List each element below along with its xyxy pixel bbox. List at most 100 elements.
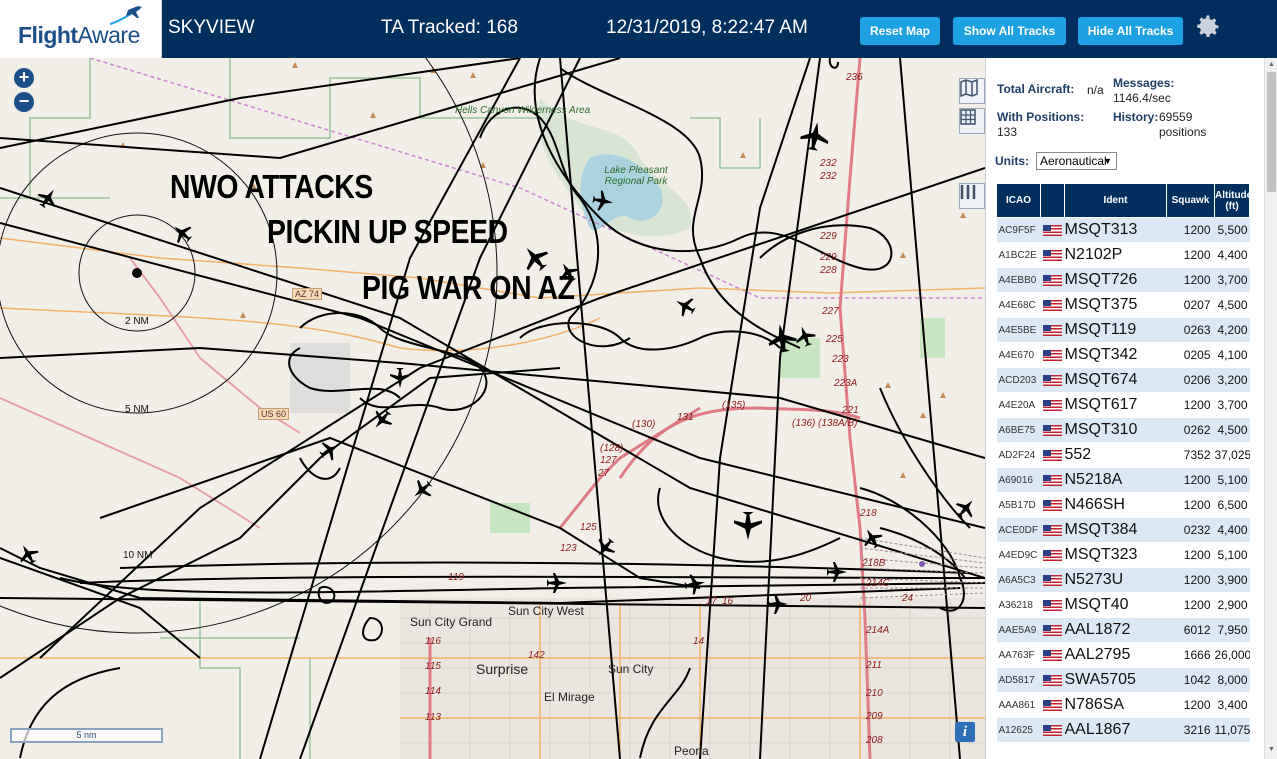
cell-squawk: 0262	[1166, 417, 1215, 443]
table-row[interactable]: A4E68C MSQT375 0207 4,500	[996, 292, 1250, 318]
us-flag-icon	[1042, 300, 1062, 312]
road-label: 229	[820, 231, 837, 242]
map-view[interactable]: + − NWO ATTACKS PICKIN UP SPEED PIG WAR …	[0, 58, 985, 759]
road-label: 24	[902, 593, 914, 604]
column-header-icao[interactable]: ICAO	[996, 183, 1041, 218]
ring-label-10nm: 10 NM	[123, 550, 153, 561]
table-row[interactable]: AC9F5F MSQT313 1200 5,500	[996, 217, 1250, 243]
cell-squawk: 1200	[1166, 692, 1215, 718]
column-header-altitude[interactable]: Altitude (ft)	[1214, 183, 1252, 218]
cell-flag	[1040, 517, 1065, 543]
cell-ident: MSQT310	[1064, 417, 1167, 443]
cell-ident: MSQT313	[1064, 217, 1167, 243]
table-row[interactable]: A4E5BE MSQT119 0263 4,200	[996, 317, 1250, 343]
us-flag-icon	[1042, 400, 1062, 412]
cell-squawk: 1200	[1166, 467, 1215, 493]
table-header-row: ICAO Ident Squawk Altitude (ft)	[996, 183, 1252, 218]
cell-squawk: 1666	[1166, 642, 1215, 668]
table-row[interactable]: AAE5A9 AAL1872 6012 7,950	[996, 617, 1250, 643]
place-lake-pleasant: Lake Pleasant Regional Park	[604, 165, 668, 187]
grid-icon[interactable]	[959, 108, 985, 134]
cell-icao: AD2F24	[996, 442, 1041, 468]
cell-flag	[1040, 342, 1065, 368]
road-label: 208	[866, 735, 883, 746]
cell-ident: MSQT40	[1064, 592, 1167, 618]
ring-label-5nm: 5 NM	[125, 404, 149, 415]
table-row[interactable]: A4E670 MSQT342 0205 4,100	[996, 342, 1250, 368]
table-row[interactable]: A5B17D N466SH 1200 6,500	[996, 492, 1250, 518]
road-label: 14	[693, 636, 705, 647]
map-icon[interactable]	[959, 78, 985, 104]
us-flag-icon	[1042, 350, 1062, 362]
table-row[interactable]: A69016 N5218A 1200 5,100	[996, 467, 1250, 493]
panel-scrollbar[interactable]: ▲ ▼	[1264, 58, 1277, 759]
hide-all-tracks-button[interactable]: Hide All Tracks	[1078, 17, 1183, 45]
table-row[interactable]: ACD203 MSQT674 0206 3,200	[996, 367, 1250, 393]
flightaware-logo[interactable]: FlightAware	[0, 0, 162, 58]
us-flag-icon	[1042, 475, 1062, 487]
cell-ident: N5273U	[1064, 567, 1167, 593]
app-title: SKYVIEW	[168, 17, 255, 38]
place-surprise: Surprise	[476, 661, 529, 677]
gear-icon[interactable]	[1194, 13, 1222, 41]
cell-ident: N786SA	[1064, 692, 1167, 718]
us-flag-icon	[1042, 325, 1062, 337]
scroll-up-icon[interactable]: ▲	[1267, 60, 1276, 70]
messages-label: Messages:	[1113, 76, 1175, 90]
cell-icao: AAA861	[996, 692, 1041, 718]
info-icon[interactable]: i	[955, 722, 975, 742]
top-header: FlightAware SKYVIEW TA Tracked: 168 12/3…	[0, 0, 1277, 58]
road-label: 236	[846, 72, 863, 83]
table-row[interactable]: A12625 AAL1867 3216 11,075	[996, 717, 1250, 743]
table-row[interactable]: ACE0DF MSQT384 0232 4,400	[996, 517, 1250, 543]
table-row[interactable]: A4ED9C MSQT323 1200 5,100	[996, 542, 1250, 568]
cell-flag	[1040, 417, 1065, 443]
cell-flag	[1040, 492, 1065, 518]
scroll-thumb[interactable]	[1267, 72, 1276, 192]
columns-icon[interactable]	[959, 183, 985, 209]
us-flag-icon	[1042, 575, 1062, 587]
table-row[interactable]: AAA861 N786SA 1200 3,400	[996, 692, 1250, 718]
cell-squawk: 1200	[1166, 542, 1215, 568]
us-flag-icon	[1042, 600, 1062, 612]
table-row[interactable]: AD2F24 552 7352 37,025	[996, 442, 1250, 468]
zoom-in-icon[interactable]: +	[14, 68, 34, 88]
scroll-down-icon[interactable]: ▼	[1267, 745, 1276, 755]
cell-squawk: 0206	[1166, 367, 1215, 393]
table-row[interactable]: A4EBB0 MSQT726 1200 3,700	[996, 267, 1250, 293]
road-label: 17	[706, 596, 718, 607]
cell-icao: A4E20A	[996, 392, 1041, 418]
units-selected-value: Aeronautical	[1040, 154, 1107, 168]
zoom-out-icon[interactable]: −	[14, 92, 34, 112]
cell-altitude: 4,200	[1214, 317, 1250, 343]
cell-icao: A5B17D	[996, 492, 1041, 518]
us-flag-icon	[1042, 625, 1062, 637]
table-row[interactable]: A36218 MSQT40 1200 2,900	[996, 592, 1250, 618]
cell-ident: N466SH	[1064, 492, 1167, 518]
reset-map-button[interactable]: Reset Map	[860, 17, 940, 45]
cell-flag	[1040, 442, 1065, 468]
table-row[interactable]: AD5817 SWA5705 1042 8,000	[996, 667, 1250, 693]
show-all-tracks-button[interactable]: Show All Tracks	[953, 17, 1066, 45]
cell-altitude: 3,700	[1214, 267, 1250, 293]
units-select[interactable]: Aeronautical ▼	[1036, 152, 1117, 170]
shield-az74: AZ 74	[292, 288, 323, 300]
table-row[interactable]: AA763F AAL2795 1666 26,000	[996, 642, 1250, 668]
cell-altitude: 4,400	[1214, 517, 1250, 543]
aircraft-panel: Total Aircraft: n/a Messages: 1146.4/sec…	[985, 58, 1277, 759]
table-row[interactable]: A1BC2E N2102P 1200 4,400	[996, 242, 1250, 268]
road-label: 20	[800, 593, 812, 604]
table-row[interactable]: A4E20A MSQT617 1200 3,700	[996, 392, 1250, 418]
cell-flag	[1040, 642, 1065, 668]
cell-altitude: 3,400	[1214, 692, 1250, 718]
cell-ident: N2102P	[1064, 242, 1167, 268]
cell-flag	[1040, 467, 1065, 493]
us-flag-icon	[1042, 650, 1062, 662]
cell-squawk: 1200	[1166, 217, 1215, 243]
table-row[interactable]: A6A5C3 N5273U 1200 3,900	[996, 567, 1250, 593]
cell-icao: AD5817	[996, 667, 1041, 693]
column-header-flag[interactable]	[1040, 183, 1065, 218]
column-header-ident[interactable]: Ident	[1064, 183, 1167, 218]
table-row[interactable]: A6BE75 MSQT310 0262 4,500	[996, 417, 1250, 443]
column-header-squawk[interactable]: Squawk	[1166, 183, 1215, 218]
